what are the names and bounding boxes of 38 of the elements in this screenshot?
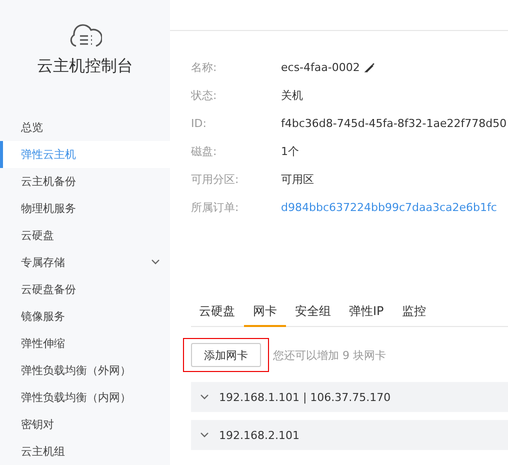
tab[interactable]: 云硬盘 [191,303,244,327]
chevron-down-icon [200,432,209,438]
sidebar-item[interactable]: 云主机组 [0,438,170,465]
tab[interactable]: 监控 [392,303,435,327]
field-label: 磁盘: [191,144,218,158]
field-label: 名称: [191,60,218,74]
sidebar-item[interactable]: 弹性负载均衡（内网） [0,384,170,412]
tab[interactable]: 网卡 [244,303,286,327]
sidebar-item[interactable]: 镜像服务 [0,302,170,330]
tab[interactable]: 弹性IP [340,303,393,327]
cloud-icon [68,22,102,48]
chevron-down-icon [200,394,209,400]
sidebar-item[interactable]: 弹性伸缩 [0,330,170,357]
nic-row[interactable]: 192.168.2.101 [191,420,508,450]
sidebar-item[interactable]: 云主机备份 [0,168,170,195]
sidebar-item[interactable]: 专属存储 [0,248,170,276]
field-label: 所属订单: [191,200,240,214]
tab[interactable]: 安全组 [286,303,340,327]
field-value: 关机 [281,88,303,102]
sidebar-item[interactable]: 弹性负载均衡（外网） [0,356,170,384]
field-value: f4bc36d8-745d-45fa-8f32-1ae22f778d50 [281,116,507,130]
pencil-icon[interactable] [364,62,375,72]
nic-row[interactable]: 192.168.1.101 | 106.37.75.170 [191,382,508,412]
chevron-down-icon [151,259,160,266]
add-nic-button[interactable]: 添加网卡 [191,343,261,367]
sidebar-item[interactable]: 云硬盘备份 [0,276,170,303]
field-value: 可用区 [281,172,314,186]
field-value: 1个 [281,144,299,158]
console-title: 云主机控制台 [37,56,133,77]
sidebar-item[interactable]: 密钥对 [0,411,170,438]
hint-text: 您还可以增加 9 块网卡 [273,348,386,362]
field-value: ecs-4faa-0002 [281,60,360,74]
sidebar-item[interactable]: 物理机服务 [0,194,170,222]
field-label: 状态: [191,88,218,102]
sidebar-item[interactable]: 总览 [0,114,170,141]
field-label: 可用分区: [191,172,240,186]
sidebar-item[interactable]: 云硬盘 [0,222,170,249]
field-label: ID: [191,116,208,130]
